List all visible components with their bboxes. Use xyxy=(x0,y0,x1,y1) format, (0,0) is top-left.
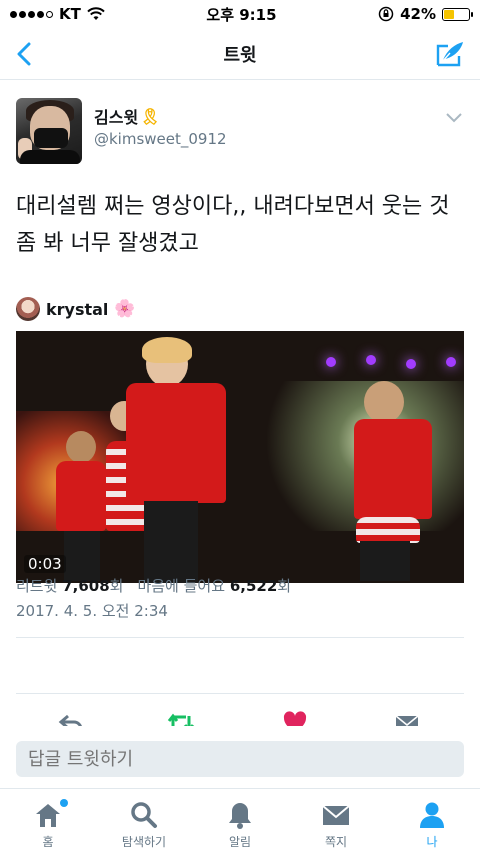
navigation-bar: 트윗 xyxy=(0,28,480,80)
author-name[interactable]: 김스윗 🎗 xyxy=(94,104,160,128)
reply-icon xyxy=(58,714,82,726)
reply-input[interactable] xyxy=(16,741,464,777)
tweet-options-button[interactable] xyxy=(444,108,464,128)
tweet-actions xyxy=(0,706,480,726)
chevron-left-icon xyxy=(17,42,31,66)
retweet-icon xyxy=(167,713,195,726)
tweet-timestamp: 2017. 4. 5. 오전 2:34 xyxy=(16,602,168,620)
tab-me[interactable]: 나 xyxy=(384,789,480,854)
tab-messages[interactable]: 쪽지 xyxy=(288,789,384,854)
tweet-text: 대리설렘 쩌는 영상이다,, 내려다보면서 웃는 것 좀 봐 너무 잘생겼고 xyxy=(16,194,450,256)
quoted-author[interactable]: krystal 🌸 xyxy=(16,296,136,322)
tab-home[interactable]: 홈 xyxy=(0,789,96,854)
like-stats[interactable]: 마음에 들어요 6,522회 xyxy=(137,575,291,596)
compose-quill-icon xyxy=(436,42,463,67)
home-icon xyxy=(36,804,60,827)
tab-bar: 홈 탐색하기 알림 쪽지 나 xyxy=(0,788,480,854)
wifi-icon xyxy=(87,7,105,20)
rotation-lock-icon xyxy=(378,6,394,22)
chevron-down-icon xyxy=(446,113,462,123)
video-player[interactable]: 0:03 xyxy=(16,331,464,583)
clock: 오후 9:15 xyxy=(206,5,277,24)
bell-icon xyxy=(229,803,251,829)
reply-button[interactable] xyxy=(56,710,86,726)
back-button[interactable] xyxy=(8,38,40,70)
status-bar: KT 오후 9:15 42% xyxy=(0,0,480,28)
envelope-icon xyxy=(395,715,419,726)
page-title: 트윗 xyxy=(223,44,257,66)
tab-explore[interactable]: 탐색하기 xyxy=(96,789,192,854)
tweet-author: 김스윗 🎗 @kimsweet_0912 xyxy=(16,98,464,164)
tab-notifications[interactable]: 알림 xyxy=(192,789,288,854)
like-button[interactable] xyxy=(280,710,310,726)
quoted-author-avatar xyxy=(16,297,40,321)
author-handle[interactable]: @kimsweet_0912 xyxy=(94,130,227,148)
signal-icon xyxy=(10,10,53,18)
envelope-icon xyxy=(322,805,350,825)
message-button[interactable] xyxy=(392,710,422,726)
search-icon xyxy=(131,802,157,828)
divider xyxy=(16,637,464,638)
compose-tweet-button[interactable] xyxy=(432,36,468,72)
heart-icon xyxy=(283,711,307,726)
video-duration: 0:03 xyxy=(24,555,66,573)
divider xyxy=(16,693,464,694)
notification-dot xyxy=(60,799,68,807)
avatar[interactable] xyxy=(16,98,82,164)
retweet-stats[interactable]: 리트윗 7,608회 xyxy=(16,575,123,596)
carrier-label: KT xyxy=(59,5,81,23)
yellow-ribbon-icon: 🎗 xyxy=(140,106,161,126)
battery-percent: 42% xyxy=(400,5,436,23)
tweet-stats: 리트윗 7,608회 마음에 들어요 6,522회 xyxy=(16,575,291,596)
cherry-blossom-icon: 🌸 xyxy=(114,299,136,319)
quoted-author-name: krystal xyxy=(46,299,109,319)
retweet-button[interactable] xyxy=(166,710,196,726)
person-icon xyxy=(420,802,444,828)
battery-icon xyxy=(442,7,473,21)
